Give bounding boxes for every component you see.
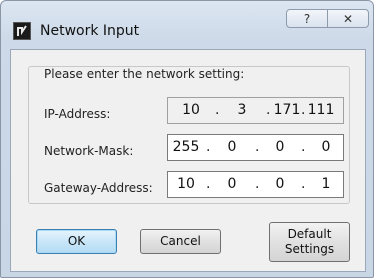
ip-address-octet-3: 171 xyxy=(273,102,301,118)
network-mask-field[interactable]: 255 . 0 . 0 . 0 xyxy=(167,134,344,161)
network-input-dialog: Network Input ? ✕ Please enter the netwo… xyxy=(0,0,374,278)
octet-separator: . xyxy=(206,176,211,192)
ok-button-label: OK xyxy=(67,234,86,248)
group-legend: Please enter the network setting: xyxy=(42,67,247,81)
octet-separator: . xyxy=(301,139,306,155)
gateway-address-octet-3[interactable]: 0 xyxy=(264,176,296,192)
cancel-button[interactable]: Cancel xyxy=(140,229,221,254)
octet-separator: . xyxy=(255,139,260,155)
default-settings-button[interactable]: Default Settings xyxy=(269,222,350,262)
gateway-address-field[interactable]: 10 . 0 . 0 . 1 xyxy=(167,171,344,198)
network-mask-label: Network-Mask: xyxy=(44,144,134,158)
question-mark-icon: ? xyxy=(303,11,311,26)
close-icon: ✕ xyxy=(342,11,354,26)
window-title: Network Input xyxy=(40,23,140,39)
gateway-address-octet-4[interactable]: 1 xyxy=(310,176,342,192)
ip-address-field: 10 . 3 . 171 . 111 xyxy=(167,97,344,124)
octet-separator: . xyxy=(266,102,271,118)
ip-address-label: IP-Address: xyxy=(44,107,111,121)
octet-separator: . xyxy=(215,102,220,118)
octet-separator: . xyxy=(206,139,211,155)
gateway-address-octet-2[interactable]: 0 xyxy=(216,176,248,192)
dialog-body: Please enter the network setting: IP-Add… xyxy=(10,49,366,272)
ip-address-octet-4: 111 xyxy=(307,102,335,118)
ip-address-octet-2: 3 xyxy=(237,102,247,118)
close-button[interactable]: ✕ xyxy=(327,9,369,28)
title-bar[interactable]: Network Input ? ✕ xyxy=(1,1,373,47)
gateway-address-label: Gateway-Address: xyxy=(44,181,153,195)
network-mask-octet-2[interactable]: 0 xyxy=(216,139,248,155)
network-mask-octet-3[interactable]: 0 xyxy=(264,139,296,155)
cancel-button-label: Cancel xyxy=(160,234,201,248)
default-settings-label-line2: Settings xyxy=(284,242,335,256)
help-button[interactable]: ? xyxy=(286,9,328,28)
default-settings-label-line1: Default xyxy=(287,227,332,241)
app-logo-icon xyxy=(13,22,31,40)
network-mask-octet-1[interactable]: 255 xyxy=(170,139,202,155)
ok-button[interactable]: OK xyxy=(36,229,117,254)
gateway-address-octet-1[interactable]: 10 xyxy=(170,176,202,192)
network-mask-octet-4[interactable]: 0 xyxy=(310,139,342,155)
octet-separator: . xyxy=(255,176,260,192)
octet-separator: . xyxy=(301,176,306,192)
ip-address-octet-1: 10 xyxy=(182,102,200,118)
